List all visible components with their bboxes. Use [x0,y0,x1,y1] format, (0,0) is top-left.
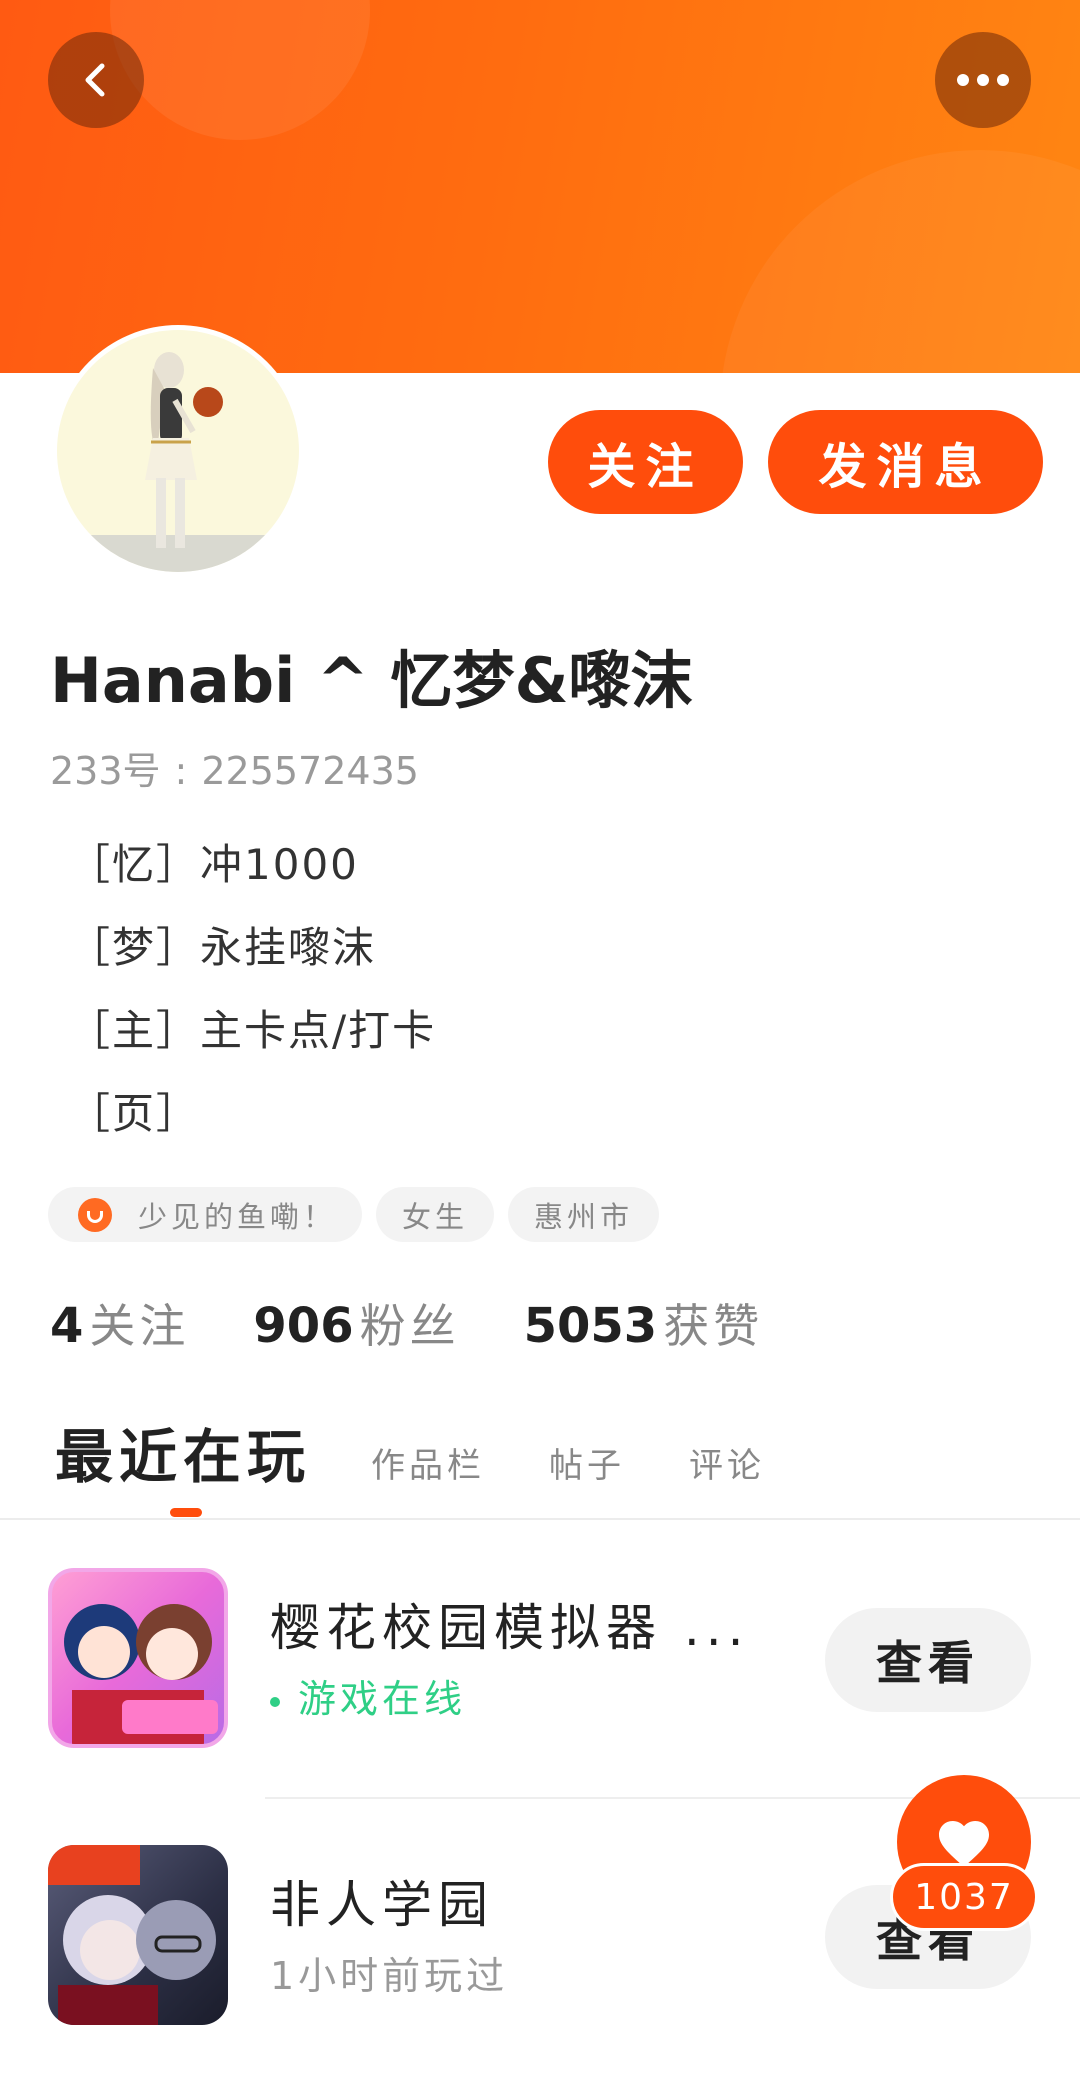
tabs-divider [0,1518,1080,1520]
likes-stat: 5053 获赞 [524,1290,764,1356]
profile-tags: 少见的鱼嘞！ 女生 惠州市 [48,1187,660,1242]
profile-stats: 4 关注 906 粉丝 5053 获赞 [50,1290,827,1356]
bio-line: ［页］ [68,1089,201,1138]
user-id-separator: : [174,749,188,793]
active-tab-indicator [170,1508,202,1517]
game-title: 樱花校园模拟器 ... [270,1599,750,1657]
level-tag[interactable]: 少见的鱼嘞！ [48,1187,363,1242]
user-id-label: 233号 [50,749,161,793]
gender-tag: 女生 [376,1187,495,1242]
bio-line: ［主］主卡点/打卡 [68,1006,437,1055]
level-badge-icon [78,1197,112,1232]
level-tag-label: 少见的鱼嘞！ [138,1199,337,1234]
followers-stat[interactable]: 906 粉丝 [253,1290,459,1356]
avatar[interactable] [52,325,304,577]
game-last-played: 1小时前玩过 [270,1954,509,1998]
username: Hanabi ^ 忆梦&嚟沫 [50,644,693,717]
profile-tabs: 最近在玩 作品栏 帖子 评论 [55,1410,829,1494]
avatar-image [57,330,299,572]
more-options-button[interactable] [935,32,1031,128]
banner-decoration [110,0,370,140]
banner-decoration [720,150,1080,373]
likes-label: 获赞 [663,1299,764,1353]
like-count: 1037 [890,1863,1038,1931]
game-icon [48,1568,228,1748]
bio-line: ［梦］永挂嚟沫 [68,923,377,972]
bio: ［忆］冲1000 ［梦］永挂嚟沫 ［主］主卡点/打卡 ［页］ [68,835,968,1167]
location-tag: 惠州市 [508,1187,660,1242]
following-label: 关注 [89,1299,190,1353]
chevron-left-icon [85,63,105,97]
followers-label: 粉丝 [359,1299,460,1353]
back-button[interactable] [48,32,144,128]
heart-icon [939,1821,989,1867]
game-list-item[interactable]: 樱花校园模拟器 ... 游戏在线 查看 [0,1568,1080,1758]
game-icon [48,1845,228,2025]
tab-recently-played[interactable]: 最近在玩 [55,1410,311,1494]
bio-line: ［忆］冲1000 [68,840,359,889]
view-game-button[interactable]: 查看 [825,1608,1031,1712]
game-status-online: 游戏在线 [270,1668,466,1723]
tab-posts[interactable]: 帖子 [549,1438,625,1487]
likes-count: 5053 [523,1298,658,1354]
follow-button[interactable]: 关注 [548,410,743,514]
followers-count: 906 [253,1298,354,1354]
user-id-value: 225572435 [201,749,419,793]
floating-like-button[interactable]: 1037 [890,1775,1040,1935]
following-count: 4 [50,1298,84,1354]
more-dots-icon [957,74,1009,86]
tab-comments[interactable]: 评论 [689,1438,765,1487]
user-id: 233号:225572435 [50,740,419,795]
profile-header-banner [0,0,1080,373]
following-stat[interactable]: 4 关注 [50,1290,189,1356]
game-title: 非人学园 [270,1876,494,1934]
send-message-button[interactable]: 发消息 [768,410,1043,514]
tab-works[interactable]: 作品栏 [371,1438,485,1487]
